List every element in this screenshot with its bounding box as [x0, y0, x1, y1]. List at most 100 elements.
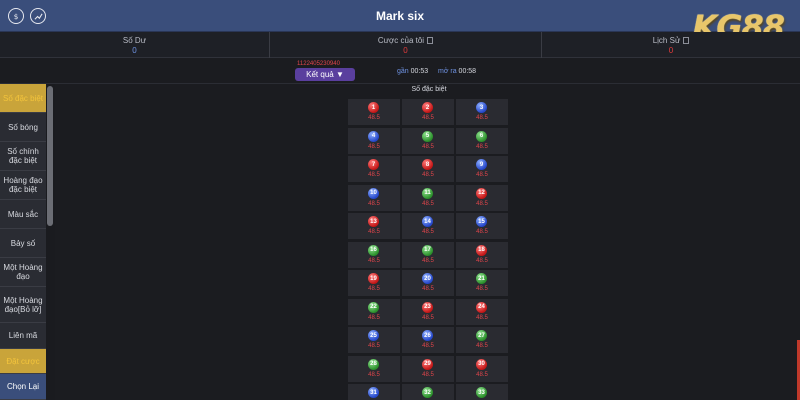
odds-value: 48.5 [422, 314, 434, 321]
history-label: Lịch Sử [542, 36, 800, 45]
number-cell[interactable]: 2 48.5 [402, 99, 454, 125]
sidebar-item-one-zodiac-miss[interactable]: Một Hoàng đạo[Bỏ lỡ] [0, 287, 46, 323]
number-cell[interactable]: 3148.5 [348, 384, 400, 400]
odds-value: 48.5 [422, 343, 434, 349]
number-cell[interactable]: 10 48.5 [348, 184, 400, 211]
odds-value: 48.5 [368, 115, 380, 121]
number-cell[interactable]: 23 48.5 [402, 298, 454, 325]
number-ball: 3 [476, 102, 487, 113]
number-cell[interactable]: 27 48.5 [456, 327, 508, 353]
odds-value: 48.5 [368, 229, 380, 235]
number-cell[interactable]: 20 48.5 [402, 270, 454, 296]
sidebar-item-linked-code[interactable]: Liên mã [0, 323, 46, 349]
number-cell[interactable]: 1 48.5 [348, 99, 400, 125]
odds-value: 48.5 [368, 143, 380, 150]
number-ball: 31 [368, 387, 379, 398]
number-cell[interactable]: 5 48.5 [402, 127, 454, 154]
document-icon [427, 37, 434, 44]
number-ball: 22 [368, 301, 379, 313]
sidebar-item-one-zodiac[interactable]: Một Hoàng đạo [0, 258, 46, 287]
result-dropdown-button[interactable]: Kết quả ▼ [295, 68, 355, 81]
number-cell[interactable]: 25 48.5 [348, 327, 400, 353]
number-cell[interactable]: 29 48.5 [402, 355, 454, 382]
number-ball: 1 [368, 102, 379, 113]
sidebar-item-seven-numbers[interactable]: Bảy số [0, 229, 46, 258]
reset-button[interactable]: Chọn Lại [0, 374, 46, 400]
number-ball: 29 [422, 358, 433, 370]
my-bets-value: 0 [403, 46, 408, 55]
history-stat[interactable]: Lịch Sử 0 [542, 32, 800, 58]
number-cell[interactable]: 28 48.5 [348, 355, 400, 382]
odds-value: 48.5 [422, 229, 434, 235]
number-ball: 24 [476, 301, 487, 313]
app-root: $ Mark six KG88 Số Dư 0 Cược của tôi 0 L… [0, 0, 800, 400]
number-cell[interactable]: 9 48.5 [456, 156, 508, 182]
odds-value: 48.5 [368, 286, 380, 292]
number-cell[interactable]: 3 48.5 [456, 99, 508, 125]
number-cell[interactable]: 15 48.5 [456, 213, 508, 239]
number-ball: 7 [368, 159, 379, 170]
number-ball: 16 [368, 244, 379, 256]
sidebar-item-color[interactable]: Màu sắc [0, 200, 46, 229]
sidebar-item-zodiac-special[interactable]: Hoàng đạo đặc biệt [0, 171, 46, 200]
period-id: 1122405230940 [297, 61, 340, 67]
sidebar-scrollbar[interactable] [46, 84, 55, 400]
history-bars-icon [683, 37, 690, 44]
number-cell[interactable]: 26 48.5 [402, 327, 454, 353]
odds-value: 48.5 [368, 257, 380, 264]
number-cell[interactable]: 14 48.5 [402, 213, 454, 239]
top-header: $ Mark six KG88 [0, 0, 800, 46]
number-cell[interactable]: 22 48.5 [348, 298, 400, 325]
number-cell[interactable]: 8 48.5 [402, 156, 454, 182]
number-cell[interactable]: 13 48.5 [348, 213, 400, 239]
odds-value: 48.5 [476, 314, 488, 321]
number-ball: 14 [422, 216, 433, 227]
number-cell[interactable]: 21 48.5 [456, 270, 508, 296]
number-ball: 17 [422, 244, 433, 256]
close-timer: gần 00:53 [397, 68, 429, 75]
odds-value: 48.5 [476, 257, 488, 264]
odds-value: 48.5 [422, 172, 434, 178]
number-cell[interactable]: 17 48.5 [402, 241, 454, 268]
my-bets-stat[interactable]: Cược của tôi 0 [270, 32, 542, 58]
number-cell[interactable]: 11 48.5 [402, 184, 454, 211]
odds-value: 48.5 [368, 172, 380, 178]
odds-value: 48.5 [422, 286, 434, 292]
balance-label: Số Dư [122, 36, 147, 45]
number-ball: 32 [422, 387, 433, 398]
balance-stat: Số Dư 0 [0, 32, 270, 58]
open-timer: mở ra 00:58 [438, 68, 477, 75]
number-ball: 9 [476, 159, 487, 170]
number-ball: 25 [368, 330, 379, 341]
number-ball: 4 [368, 130, 379, 142]
sidebar-scroll-thumb[interactable] [47, 86, 53, 226]
number-cell[interactable]: 19 48.5 [348, 270, 400, 296]
number-cell[interactable]: 30 48.5 [456, 355, 508, 382]
number-ball: 33 [476, 387, 487, 398]
number-ball: 8 [422, 159, 433, 170]
number-cell[interactable]: 7 48.5 [348, 156, 400, 182]
number-cell[interactable]: 4 48.5 [348, 127, 400, 154]
odds-value: 48.5 [476, 229, 488, 235]
number-ball: 21 [476, 273, 487, 284]
odds-value: 48.5 [476, 172, 488, 178]
place-bet-button[interactable]: Đặt cược [0, 349, 46, 374]
odds-value: 48.5 [422, 115, 434, 121]
balance-value: 0 [132, 46, 137, 55]
sidebar-item-ball-number[interactable]: Số bóng [0, 113, 46, 142]
number-cell[interactable]: 3348.5 [456, 384, 508, 400]
sidebar-item-main-special[interactable]: Số chính đặc biệt [0, 142, 46, 171]
number-cell[interactable]: 16 48.5 [348, 241, 400, 268]
number-ball: 5 [422, 130, 433, 142]
number-cell[interactable]: 24 48.5 [456, 298, 508, 325]
number-cell[interactable]: 12 48.5 [456, 184, 508, 211]
stats-bar: Số Dư 0 Cược của tôi 0 Lịch Sử 0 [0, 32, 800, 58]
odds-value: 48.5 [422, 371, 434, 378]
number-ball: 11 [422, 187, 433, 199]
number-cell[interactable]: 3248.5 [402, 384, 454, 400]
number-ball: 30 [476, 358, 487, 370]
odds-value: 48.5 [476, 200, 488, 207]
sidebar-item-special-number[interactable]: Số đặc biệt [0, 84, 46, 113]
number-cell[interactable]: 6 48.5 [456, 127, 508, 154]
number-cell[interactable]: 18 48.5 [456, 241, 508, 268]
